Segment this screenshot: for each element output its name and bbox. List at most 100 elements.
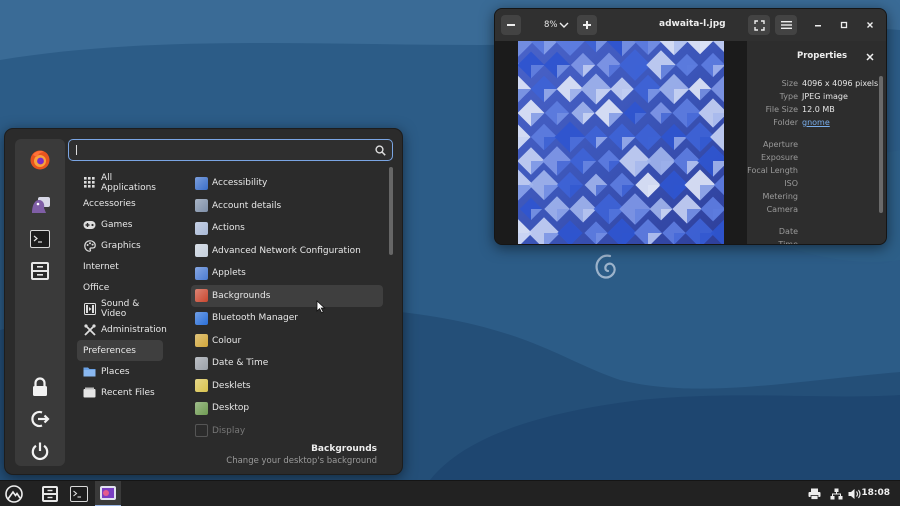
category-label: All Applications — [101, 172, 156, 193]
text-cursor — [76, 145, 77, 155]
chevron-down-icon[interactable] — [559, 21, 569, 29]
app-label: Advanced Network Configuration — [212, 245, 361, 256]
printer-icon[interactable] — [807, 487, 821, 501]
file-cabinet-icon[interactable] — [28, 259, 52, 283]
terminal-icon — [70, 486, 88, 502]
mouse-pointer-icon — [316, 300, 326, 314]
zoom-in-button[interactable] — [577, 15, 597, 35]
minimize-button[interactable] — [809, 15, 827, 35]
network-icon[interactable] — [829, 487, 843, 501]
property-key: Date — [778, 227, 798, 236]
file-cabinet-icon — [42, 486, 58, 502]
zoom-level[interactable]: 8% — [544, 20, 558, 30]
category-all-applications[interactable]: All Applications — [77, 172, 163, 193]
search-icon — [375, 145, 386, 156]
app-label: Account details — [212, 200, 282, 211]
wallpaper-preview-image — [518, 41, 724, 244]
taskbar-terminal-launcher[interactable] — [66, 481, 92, 506]
app-icon — [195, 311, 208, 325]
category-office[interactable]: Office — [77, 277, 163, 298]
app-icon — [195, 266, 208, 280]
zoom-out-button[interactable] — [501, 15, 521, 35]
category-label: Preferences — [83, 345, 136, 356]
app-account-details[interactable]: Account details — [191, 195, 383, 218]
search-input[interactable] — [73, 142, 363, 158]
category-label: Recent Files — [101, 387, 155, 398]
app-icon — [195, 424, 208, 438]
minus-icon — [507, 24, 515, 26]
category-sound-video[interactable]: Sound & Video — [77, 298, 163, 319]
app-date-time[interactable]: Date & Time — [191, 352, 383, 375]
category-list: All Applications Accessories Games Graphics… — [77, 172, 167, 403]
category-games[interactable]: Games — [77, 214, 163, 235]
app-label: Backgrounds — [212, 290, 271, 301]
menu-launcher-button[interactable] — [1, 481, 27, 506]
image-canvas[interactable] — [495, 41, 747, 244]
category-label: Places — [101, 366, 130, 377]
close-icon — [867, 22, 873, 28]
app-icon — [195, 379, 208, 393]
category-places[interactable]: Places — [77, 361, 163, 382]
app-icon — [195, 221, 208, 235]
category-label: Internet — [83, 261, 119, 272]
category-graphics[interactable]: Graphics — [77, 235, 163, 256]
logout-icon[interactable] — [28, 407, 52, 431]
app-label: Accessibility — [212, 178, 268, 189]
property-key: Focal Length — [747, 166, 798, 175]
lock-icon[interactable] — [28, 375, 52, 399]
category-label: Administration — [101, 324, 167, 335]
clock[interactable]: 18:08 — [861, 488, 890, 498]
app-icon — [195, 176, 208, 190]
app-label: Date & Time — [212, 358, 269, 369]
selected-app-title: Backgrounds — [311, 444, 377, 454]
app-colour[interactable]: Colour — [191, 330, 383, 353]
app-desktop[interactable]: Desktop — [191, 397, 383, 420]
power-icon[interactable] — [28, 439, 52, 463]
main-menu-button[interactable] — [775, 15, 797, 35]
category-preferences[interactable]: Preferences — [77, 340, 163, 361]
app-icon — [195, 334, 208, 348]
app-advanced-network-configuration[interactable]: Advanced Network Configuration — [191, 240, 383, 263]
category-administration[interactable]: Administration — [77, 319, 167, 340]
properties-scrollbar[interactable] — [879, 76, 883, 213]
app-desklets[interactable]: Desklets — [191, 375, 383, 398]
fullscreen-button[interactable] — [748, 15, 770, 35]
property-key: Type — [779, 92, 798, 101]
taskbar-image-viewer-window[interactable] — [95, 481, 121, 506]
firefox-icon[interactable] — [28, 148, 52, 172]
app-bluetooth-manager[interactable]: Bluetooth Manager — [191, 307, 383, 330]
taskbar-files-launcher[interactable] — [37, 481, 63, 506]
app-list-scrollbar[interactable] — [389, 167, 393, 255]
property-key: File Size — [765, 105, 798, 114]
category-accessories[interactable]: Accessories — [77, 193, 163, 214]
launcher-logo-icon — [5, 485, 23, 503]
terminal-icon[interactable] — [28, 227, 52, 251]
plus-icon — [583, 21, 591, 29]
category-label: Office — [83, 282, 110, 293]
app-icon — [195, 244, 208, 258]
app-accessibility[interactable]: Accessibility — [191, 172, 383, 195]
property-value: 12.0 MB — [802, 105, 835, 114]
close-properties-icon[interactable] — [866, 53, 874, 61]
taskbar: 18:08 — [0, 480, 900, 506]
window-title: adwaita-l.jpg — [659, 19, 726, 29]
app-icon — [195, 401, 208, 415]
app-backgrounds[interactable]: Backgrounds — [191, 284, 383, 307]
maximize-button[interactable] — [835, 15, 853, 35]
folder-link[interactable]: gnome — [802, 118, 830, 127]
application-list: Accessibility Account details Actions Advan… — [191, 172, 383, 442]
volume-icon[interactable] — [848, 487, 862, 501]
pidgin-icon[interactable] — [28, 193, 52, 217]
app-icon — [195, 289, 208, 303]
app-applets[interactable]: Applets — [191, 262, 383, 285]
app-label: Display — [212, 425, 246, 436]
search-box[interactable] — [68, 139, 393, 161]
category-internet[interactable]: Internet — [77, 256, 163, 277]
category-recent-files[interactable]: Recent Files — [77, 382, 163, 403]
property-key: Exposure — [760, 153, 798, 162]
maximize-icon — [840, 21, 848, 29]
close-button[interactable] — [861, 15, 879, 35]
app-display[interactable]: Display — [191, 420, 383, 443]
property-value: 4096 x 4096 pixels — [802, 79, 879, 88]
app-actions[interactable]: Actions — [191, 217, 383, 240]
